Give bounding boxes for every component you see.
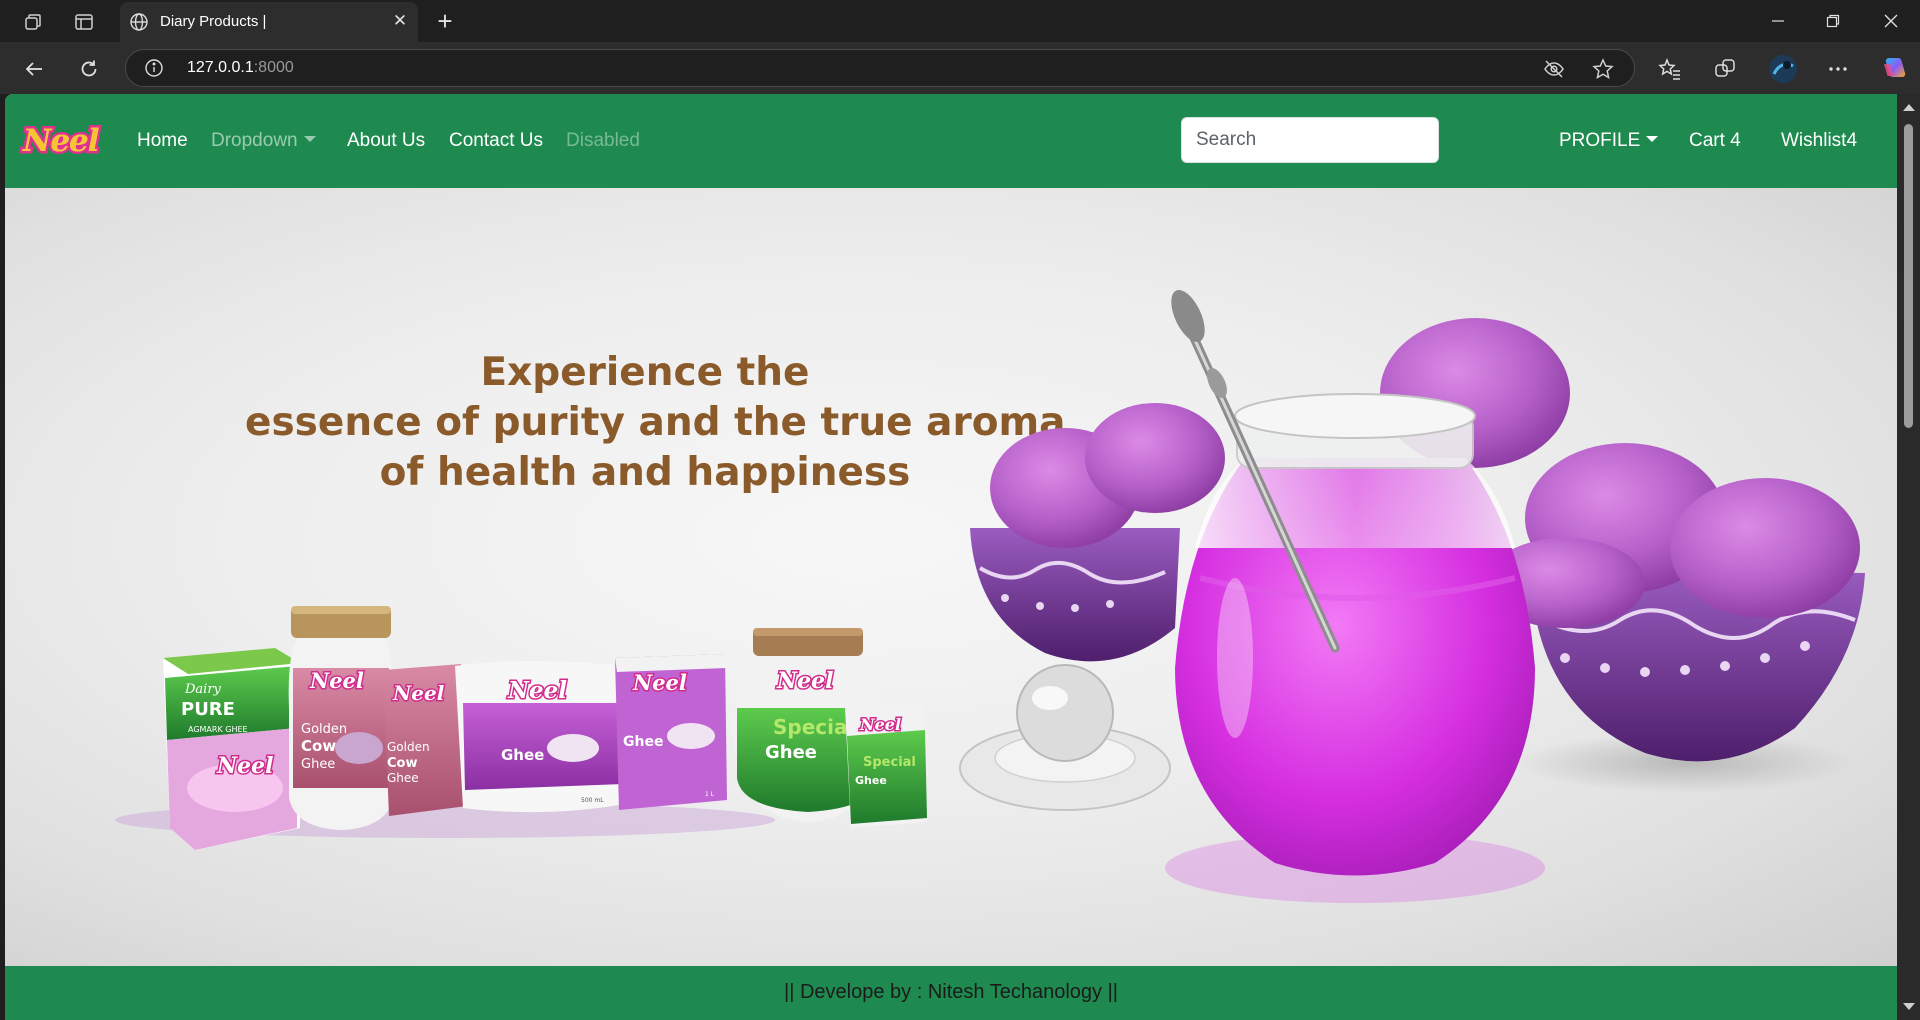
browser-tab-bar: Diary Products | ✕ +	[0, 0, 1920, 42]
site-footer: || Develope by : Nitesh Techanology ||	[5, 966, 1897, 1020]
nav-disabled-link: Disabled	[566, 130, 640, 151]
svg-text:Cow: Cow	[301, 737, 336, 755]
active-tab[interactable]: Diary Products | ✕	[120, 2, 418, 42]
scroll-thumb[interactable]	[1904, 124, 1913, 428]
nav-dropdown-label: Dropdown	[211, 130, 298, 151]
url-text: 127.0.0.1:8000	[187, 59, 294, 76]
page-scrollbar[interactable]	[1897, 94, 1920, 1020]
chevron-down-icon	[303, 136, 316, 143]
collections-icon[interactable]	[1710, 54, 1740, 84]
site-info-icon[interactable]	[144, 58, 164, 78]
favorites-icon[interactable]	[1655, 54, 1685, 84]
nav-contact-link[interactable]: Contact Us	[449, 130, 543, 152]
product-name-text: Golden	[301, 722, 347, 737]
footer-credit-text: || Develope by : Nitesh Techanology ||	[784, 981, 1118, 1003]
nav-dropdown-toggle[interactable]: Dropdown	[211, 130, 316, 152]
svg-text:Neel: Neel	[776, 668, 833, 694]
svg-text:Ghee: Ghee	[623, 734, 663, 750]
close-window-icon[interactable]	[1876, 8, 1906, 34]
hero-illustration: Dairy PURE AGMARK GHEE Neel Neel Golden …	[115, 290, 1865, 903]
search-input[interactable]	[1181, 117, 1439, 163]
reload-icon[interactable]	[74, 54, 104, 84]
svg-text:Ghee: Ghee	[765, 742, 817, 763]
profile-avatar-icon[interactable]	[1768, 54, 1798, 84]
address-toolbar: 127.0.0.1:8000	[0, 42, 1920, 94]
svg-text:Ghee: Ghee	[301, 757, 335, 772]
svg-text:Neel: Neel	[216, 753, 273, 779]
workspaces-icon[interactable]	[20, 9, 46, 35]
svg-text:Special: Special	[773, 715, 854, 739]
site-navbar: Neel Neel Home Dropdown About Us Contact…	[5, 94, 1897, 188]
product-name-text: AGMARK GHEE	[188, 725, 248, 734]
chevron-down-icon	[1646, 136, 1659, 143]
new-tab-button[interactable]: +	[430, 7, 460, 35]
scroll-down-arrow-icon[interactable]	[1903, 1003, 1915, 1010]
svg-text:Ghee: Ghee	[501, 746, 544, 764]
wishlist-link[interactable]: Wishlist4	[1781, 130, 1857, 152]
hero-banner: Experience the essence of purity and the…	[5, 188, 1897, 966]
svg-text:Neel: Neel	[507, 677, 567, 704]
svg-text:Ghee: Ghee	[387, 771, 419, 785]
tab-title: Diary Products |	[160, 13, 267, 30]
svg-text:Cow: Cow	[387, 756, 417, 771]
restore-icon[interactable]	[1818, 8, 1848, 34]
tracking-prevention-icon[interactable]	[1543, 58, 1565, 80]
profile-label: PROFILE	[1559, 130, 1641, 151]
nav-about-link[interactable]: About Us	[347, 130, 425, 152]
minimize-icon[interactable]	[1763, 8, 1793, 34]
favorite-star-icon[interactable]	[1592, 58, 1614, 80]
cart-link[interactable]: Cart 4	[1689, 130, 1741, 152]
svg-text:Ghee: Ghee	[855, 774, 887, 787]
tab-actions-icon[interactable]	[71, 9, 97, 35]
more-options-icon[interactable]	[1823, 54, 1853, 84]
back-icon[interactable]	[19, 54, 49, 84]
nav-home-link[interactable]: Home	[137, 130, 188, 152]
product-brand-text: PURE	[181, 699, 235, 720]
svg-text:500 mL: 500 mL	[581, 797, 604, 804]
copilot-icon[interactable]	[1879, 54, 1909, 84]
globe-icon	[128, 11, 150, 33]
page-viewport: Neel Neel Home Dropdown About Us Contact…	[5, 94, 1897, 1020]
svg-text:Neel: Neel	[309, 668, 364, 693]
svg-text:Neel: Neel	[632, 670, 687, 695]
address-bar[interactable]: 127.0.0.1:8000	[125, 49, 1635, 87]
profile-dropdown-toggle[interactable]: PROFILE	[1559, 130, 1659, 152]
brand-logo[interactable]: Neel Neel	[19, 121, 109, 162]
svg-text:Neel: Neel	[392, 681, 445, 705]
svg-text:1 L: 1 L	[705, 791, 715, 798]
svg-text:Special: Special	[863, 755, 916, 770]
close-tab-icon[interactable]: ✕	[390, 11, 410, 31]
product-brand-text: Dairy	[184, 682, 222, 697]
svg-text:Neel: Neel	[22, 123, 99, 158]
svg-text:Neel: Neel	[859, 715, 901, 734]
svg-text:Golden: Golden	[387, 740, 430, 754]
scroll-up-arrow-icon[interactable]	[1903, 104, 1915, 111]
